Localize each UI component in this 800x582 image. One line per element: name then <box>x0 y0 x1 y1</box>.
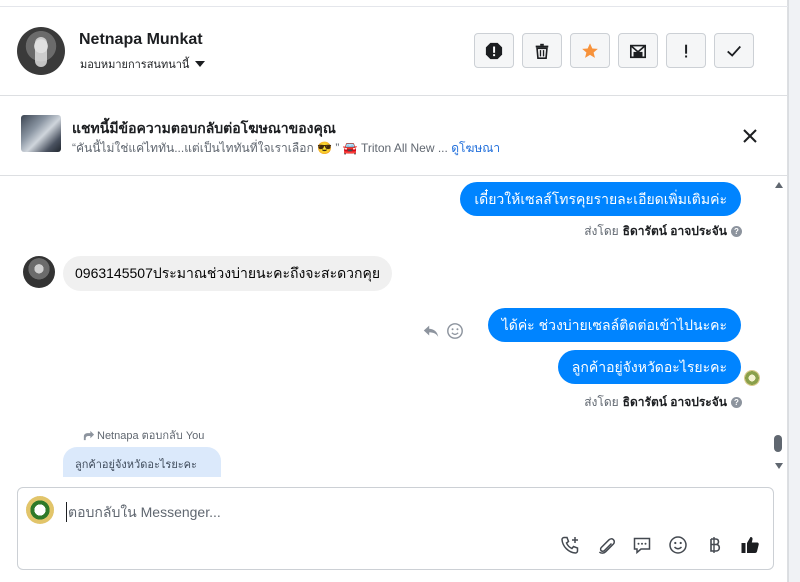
conversation-panel: Netnapa Munkat มอบหมายการสนทนานี้ แชทนี้… <box>0 0 788 582</box>
message-composer <box>17 487 774 570</box>
ad-banner-title: แชทนี้มีข้อความตอบกลับต่อโฆษณาของคุณ <box>72 120 336 136</box>
reply-hint-text: Netnapa ตอบกลับ You <box>97 430 205 442</box>
message-tools <box>422 322 464 340</box>
ad-snippet-line: “คันนี้ไม่ใช่แค่ไททัน...แต่เป็นไททันที่ใ… <box>72 139 500 158</box>
reply-input[interactable] <box>66 502 746 522</box>
header-actions <box>474 33 754 68</box>
page-avatar <box>26 496 54 524</box>
help-icon[interactable]: ? <box>731 226 742 237</box>
add-call-button[interactable] <box>560 535 580 555</box>
mark-done-button[interactable] <box>714 33 754 68</box>
outgoing-message[interactable]: ลูกค้าอยู่จังหวัดอะไรยะคะ <box>557 350 741 384</box>
thumbs-up-icon <box>741 537 759 553</box>
baht-icon <box>710 537 721 553</box>
assign-conversation-dropdown[interactable]: มอบหมายการสนทนานี้ <box>80 55 206 73</box>
envelope-icon <box>629 44 647 58</box>
mark-unread-button[interactable] <box>618 33 658 68</box>
outgoing-message[interactable]: ได้ค่ะ ช่วงบ่ายเซลล์ติดต่อเข้าไปนะคะ <box>487 308 741 342</box>
view-ad-link[interactable]: ดูโฆษณา <box>451 141 500 155</box>
contact-name[interactable]: Netnapa Munkat <box>79 31 203 49</box>
exclamation-icon <box>685 44 688 57</box>
incoming-message[interactable]: 0963145507ประมาณช่วงบ่ายนะคะถึงจะสะดวกคุ… <box>63 256 393 291</box>
composer-toolbar <box>560 535 760 555</box>
window-edge <box>788 0 800 582</box>
reply-arrow-icon <box>83 430 95 440</box>
alert-octagon-icon <box>485 42 503 59</box>
star-button[interactable] <box>570 33 610 68</box>
smiley-icon <box>669 536 687 554</box>
checkmark-icon <box>727 45 741 57</box>
trash-icon <box>535 43 549 59</box>
scrollbar-thumb[interactable] <box>774 435 782 452</box>
caret-down-icon <box>195 61 206 67</box>
contact-avatar-small <box>23 256 55 288</box>
sent-by-prefix: ส่งโดย <box>584 224 619 238</box>
phone-plus-icon <box>561 536 579 554</box>
scroll-up-arrow[interactable] <box>775 182 783 188</box>
star-icon <box>582 42 598 58</box>
quoted-message[interactable]: ลูกค้าอยู่จังหวัดอะไรยะคะ <box>63 447 221 477</box>
close-icon[interactable] <box>740 126 760 146</box>
sent-by-line: ส่งโดย ธิดารัตน์ อาจประจัน ? <box>584 222 742 241</box>
sent-by-name: ธิดารัตน์ อาจประจัน <box>622 395 727 409</box>
paperclip-icon <box>598 538 616 554</box>
outgoing-message[interactable]: เดี๋ยวให้เซลส์โทรคุยรายละเอียดเพิ่มเติมค… <box>460 182 741 216</box>
ad-snippet: “คันนี้ไม่ใช่แค่ไททัน...แต่เป็นไททันที่ใ… <box>72 141 448 155</box>
sent-by-line: ส่งโดย ธิดารัตน์ อาจประจัน ? <box>584 393 742 412</box>
help-icon[interactable]: ? <box>731 397 742 408</box>
ad-reply-banner: แชทนี้มีข้อความตอบกลับต่อโฆษณาของคุณ “คั… <box>0 96 788 176</box>
attach-button[interactable] <box>596 535 616 555</box>
like-button[interactable] <box>740 535 760 555</box>
sent-by-name: ธิดารัตน์ อาจประจัน <box>622 224 727 238</box>
assign-label: มอบหมายการสนทนานี้ <box>80 59 190 71</box>
conversation-header: Netnapa Munkat มอบหมายการสนทนานี้ <box>0 0 788 96</box>
emoji-button[interactable] <box>668 535 688 555</box>
emoji-icon[interactable] <box>446 322 464 340</box>
scroll-down-arrow[interactable] <box>775 463 783 469</box>
payment-button[interactable] <box>704 535 724 555</box>
message-thread[interactable]: เดี๋ยวให้เซลส์โทรคุยรายละเอียดเพิ่มเติมค… <box>0 177 788 477</box>
delete-button[interactable] <box>522 33 562 68</box>
reply-icon[interactable] <box>422 322 440 340</box>
seen-avatar <box>744 370 760 386</box>
divider <box>0 6 788 7</box>
mark-spam-button[interactable] <box>474 33 514 68</box>
sent-by-prefix: ส่งโดย <box>584 395 619 409</box>
saved-replies-button[interactable] <box>632 535 652 555</box>
contact-avatar[interactable] <box>17 27 65 75</box>
follow-up-button[interactable] <box>666 33 706 68</box>
chat-bubble-icon <box>633 537 651 555</box>
reply-hint: Netnapa ตอบกลับ You <box>82 426 204 444</box>
ad-thumbnail[interactable] <box>21 115 61 152</box>
